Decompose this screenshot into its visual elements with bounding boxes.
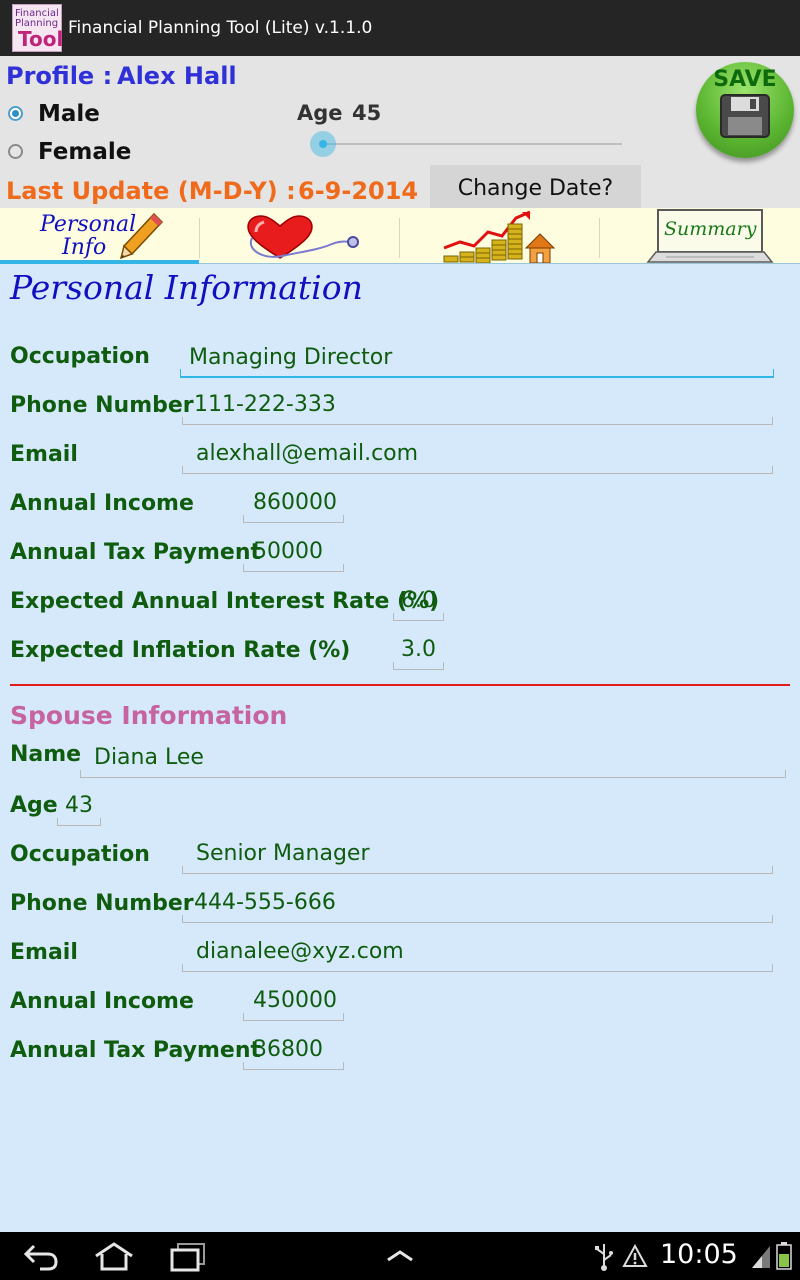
- status-clock: 10:05: [660, 1239, 738, 1270]
- tab-personal-info-label-line2: Info: [62, 235, 107, 260]
- signal-icon: [752, 1246, 770, 1268]
- last-update-label: Last Update (M-D-Y) :: [6, 177, 296, 205]
- tab-bar: Personal Info Summary: [0, 208, 800, 264]
- male-radio[interactable]: [8, 106, 23, 121]
- email-input[interactable]: alexhall@email.com: [182, 430, 773, 474]
- personal-info-title: Personal Information: [10, 268, 363, 307]
- app-logo-icon: Financial Planning Tool: [12, 4, 63, 52]
- spouse-annual-tax-payment-value: 36800: [253, 1037, 323, 1062]
- spouse-annual-tax-payment-label: Annual Tax Payment: [10, 1038, 261, 1063]
- profile-name: Alex Hall: [117, 62, 237, 90]
- spouse-age-input[interactable]: 43: [57, 782, 101, 826]
- spouse-annual-income-input[interactable]: 450000: [243, 977, 344, 1021]
- pencil-icon: [119, 212, 164, 260]
- coins-house-chart-icon: [443, 210, 556, 264]
- heart-stethoscope-icon: [247, 215, 359, 259]
- phone-number-value: 111-222-333: [194, 392, 336, 417]
- spouse-name-value: Diana Lee: [94, 745, 204, 770]
- system-navigation-bar: 10:05: [0, 1232, 800, 1280]
- inflation-rate-label: Expected Inflation Rate (%): [10, 638, 351, 663]
- interest-rate-input[interactable]: 6.0: [393, 577, 444, 621]
- spouse-age-value: 43: [65, 793, 93, 818]
- recent-apps-icon[interactable]: [168, 1238, 208, 1274]
- spouse-phone-number-label: Phone Number: [10, 891, 194, 916]
- phone-number-label: Phone Number: [10, 393, 194, 418]
- back-icon[interactable]: [20, 1238, 60, 1274]
- home-icon[interactable]: [92, 1238, 136, 1274]
- spouse-annual-income-value: 450000: [253, 988, 337, 1013]
- age-slider-thumb[interactable]: [310, 131, 336, 157]
- change-date-button[interactable]: Change Date?: [430, 165, 641, 210]
- phone-number-input[interactable]: 111-222-333: [182, 381, 773, 425]
- selected-tab-indicator: [0, 260, 199, 264]
- floppy-disk-icon: [720, 94, 770, 138]
- section-divider: [10, 684, 790, 686]
- battery-icon: [776, 1242, 792, 1270]
- spouse-occupation-input[interactable]: Senior Manager: [182, 830, 773, 874]
- annual-tax-payment-value: 50000: [253, 539, 323, 564]
- age-value: 45: [352, 101, 382, 125]
- tab-health[interactable]: [200, 208, 399, 264]
- female-radio-label[interactable]: Female: [38, 139, 131, 165]
- annual-income-label: Annual Income: [10, 491, 194, 516]
- up-chevron-icon[interactable]: [384, 1238, 416, 1274]
- app-title: Financial Planning Tool (Lite) v.1.1.0: [68, 18, 373, 38]
- spouse-email-input[interactable]: dianalee@xyz.com: [182, 928, 773, 972]
- inflation-rate-value: 3.0: [401, 637, 436, 662]
- occupation-input[interactable]: Managing Director: [180, 334, 774, 378]
- interest-rate-label: Expected Annual Interest Rate (%): [10, 589, 440, 614]
- annual-tax-payment-input[interactable]: 50000: [243, 528, 344, 572]
- save-button-label: SAVE: [713, 67, 777, 92]
- spouse-occupation-value: Senior Manager: [196, 841, 370, 866]
- usb-icon: [595, 1244, 613, 1271]
- spouse-annual-tax-payment-input[interactable]: 36800: [243, 1026, 344, 1070]
- spouse-annual-income-label: Annual Income: [10, 989, 194, 1014]
- male-radio-label[interactable]: Male: [38, 101, 100, 127]
- email-label: Email: [10, 442, 78, 467]
- inflation-rate-input[interactable]: 3.0: [393, 626, 444, 670]
- annual-income-value: 860000: [253, 490, 337, 515]
- interest-rate-value: 6.0: [401, 588, 436, 613]
- occupation-label: Occupation: [10, 344, 150, 369]
- spouse-phone-number-value: 444-555-666: [194, 890, 336, 915]
- spouse-info-title: Spouse Information: [10, 701, 288, 730]
- profile-label: Profile :: [6, 62, 113, 90]
- spouse-email-label: Email: [10, 940, 78, 965]
- female-radio[interactable]: [8, 144, 23, 159]
- warning-icon: [622, 1243, 648, 1267]
- spouse-occupation-label: Occupation: [10, 842, 150, 867]
- tab-personal-info[interactable]: Personal Info: [0, 208, 199, 264]
- annual-income-input[interactable]: 860000: [243, 479, 344, 523]
- annual-tax-payment-label: Annual Tax Payment: [10, 540, 261, 565]
- tab-summary-label: Summary: [664, 218, 757, 240]
- age-slider-track[interactable]: [322, 143, 622, 145]
- occupation-value: Managing Director: [189, 345, 393, 370]
- age-label: Age: [297, 101, 343, 125]
- spouse-name-input[interactable]: Diana Lee: [80, 734, 786, 778]
- tab-finance[interactable]: [400, 208, 599, 264]
- email-value: alexhall@email.com: [196, 441, 419, 466]
- spouse-email-value: dianalee@xyz.com: [196, 939, 404, 964]
- spouse-age-label: Age: [10, 793, 58, 818]
- spouse-name-label: Name: [10, 742, 82, 767]
- last-update-value: 6-9-2014: [298, 177, 419, 205]
- spouse-phone-number-input[interactable]: 444-555-666: [182, 879, 773, 923]
- save-button[interactable]: SAVE: [696, 62, 794, 158]
- tab-summary[interactable]: Summary: [600, 208, 799, 264]
